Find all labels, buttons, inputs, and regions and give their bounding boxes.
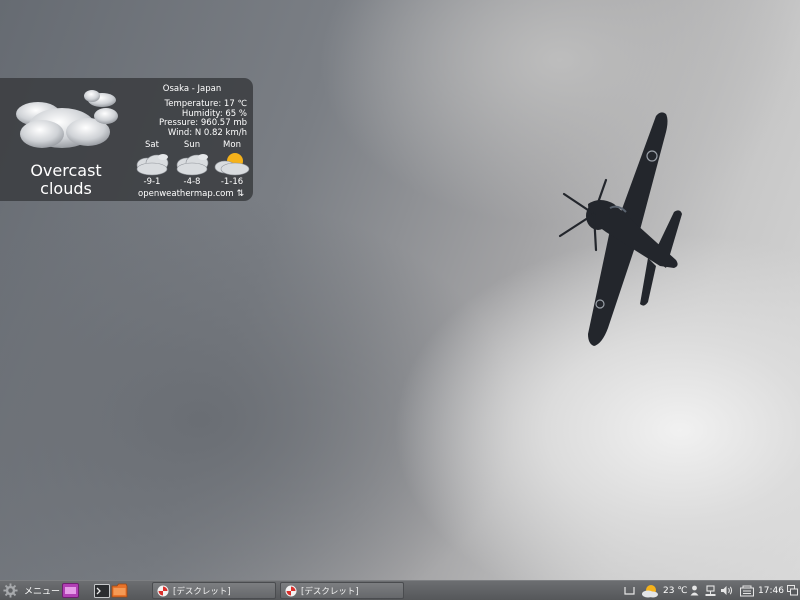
forecast-day-sat: Sat -9-1 [132, 140, 172, 187]
tray-user[interactable] [690, 581, 699, 600]
window-title: [デスクレット] [173, 586, 231, 597]
forecast-day-mon: Mon -1-16 [212, 140, 252, 187]
forecast-temps: -9-1 [143, 177, 161, 187]
weather-stats: Temperature: 17 ℃ Humidity: 65 % Pressur… [159, 99, 247, 138]
tray-network[interactable] [705, 581, 716, 600]
volume-icon [721, 586, 733, 595]
desklet-icon [157, 585, 169, 596]
workspace-switcher[interactable] [787, 581, 798, 600]
network-icon [705, 584, 716, 596]
launcher-app[interactable] [62, 581, 79, 600]
forecast-day-sun: Sun -4-8 [172, 140, 212, 187]
launcher-files[interactable] [111, 581, 128, 600]
taskbar-window-button[interactable]: [デスクレット] [152, 582, 276, 599]
app-launcher-icon [62, 583, 79, 598]
tray-clock[interactable]: 17:46 [758, 581, 784, 600]
menu-label: メニュー [24, 587, 61, 597]
forecast-day-label: Sun [183, 140, 201, 150]
cloud-icon [136, 154, 169, 176]
terminal-icon [94, 583, 110, 598]
folder-icon [111, 583, 128, 598]
show-desktop-button[interactable] [624, 581, 635, 600]
clock-time: 17:46 [758, 585, 784, 596]
weather-location: Osaka - Japan [162, 84, 222, 94]
forecast-temps: -1-16 [220, 177, 244, 187]
tray-weather[interactable]: 23 ℃ [641, 581, 687, 600]
gear-icon [3, 583, 18, 598]
credit-text: openweathermap.com [138, 189, 234, 199]
partly-sunny-icon [642, 584, 658, 597]
start-menu-button[interactable]: メニュー [3, 581, 60, 600]
partly-sunny-icon [214, 153, 250, 176]
keyboard-icon [740, 585, 754, 596]
tray-volume[interactable] [720, 581, 733, 600]
desklet-icon [285, 585, 297, 596]
user-icon [690, 585, 699, 596]
taskbar-window-button[interactable]: [デスクレット] [280, 582, 404, 599]
weather-credit: openweathermap.com ⇅ [138, 189, 244, 199]
forecast-temps: -4-8 [183, 177, 201, 187]
wind-stat: Wind: N 0.82 km/h [167, 127, 247, 138]
forecast-day-label: Mon [223, 140, 241, 150]
tray-input-method[interactable] [740, 581, 754, 600]
tray-temperature: 23 ℃ [663, 585, 688, 596]
show-desktop-icon [624, 587, 635, 595]
cloud-icon [176, 154, 209, 176]
wallpaper-plane [558, 112, 682, 346]
condition-line-2: clouds [40, 179, 92, 198]
overcast-clouds-icon [16, 90, 118, 148]
launcher-terminal[interactable] [94, 581, 110, 600]
window-title: [デスクレット] [301, 586, 359, 597]
weather-widget[interactable]: Overcast clouds Osaka - Japan Temperatur… [0, 78, 253, 201]
forecast-day-label: Sat [145, 140, 159, 150]
refresh-icon[interactable]: ⇅ [237, 189, 245, 199]
workspace-icon [787, 585, 798, 596]
weather-condition: Overcast clouds [0, 162, 132, 198]
condition-line-1: Overcast [30, 161, 102, 180]
taskbar: メニュー [デスクレット] [デスクレット] 23 ℃ 17:46 [0, 580, 800, 600]
